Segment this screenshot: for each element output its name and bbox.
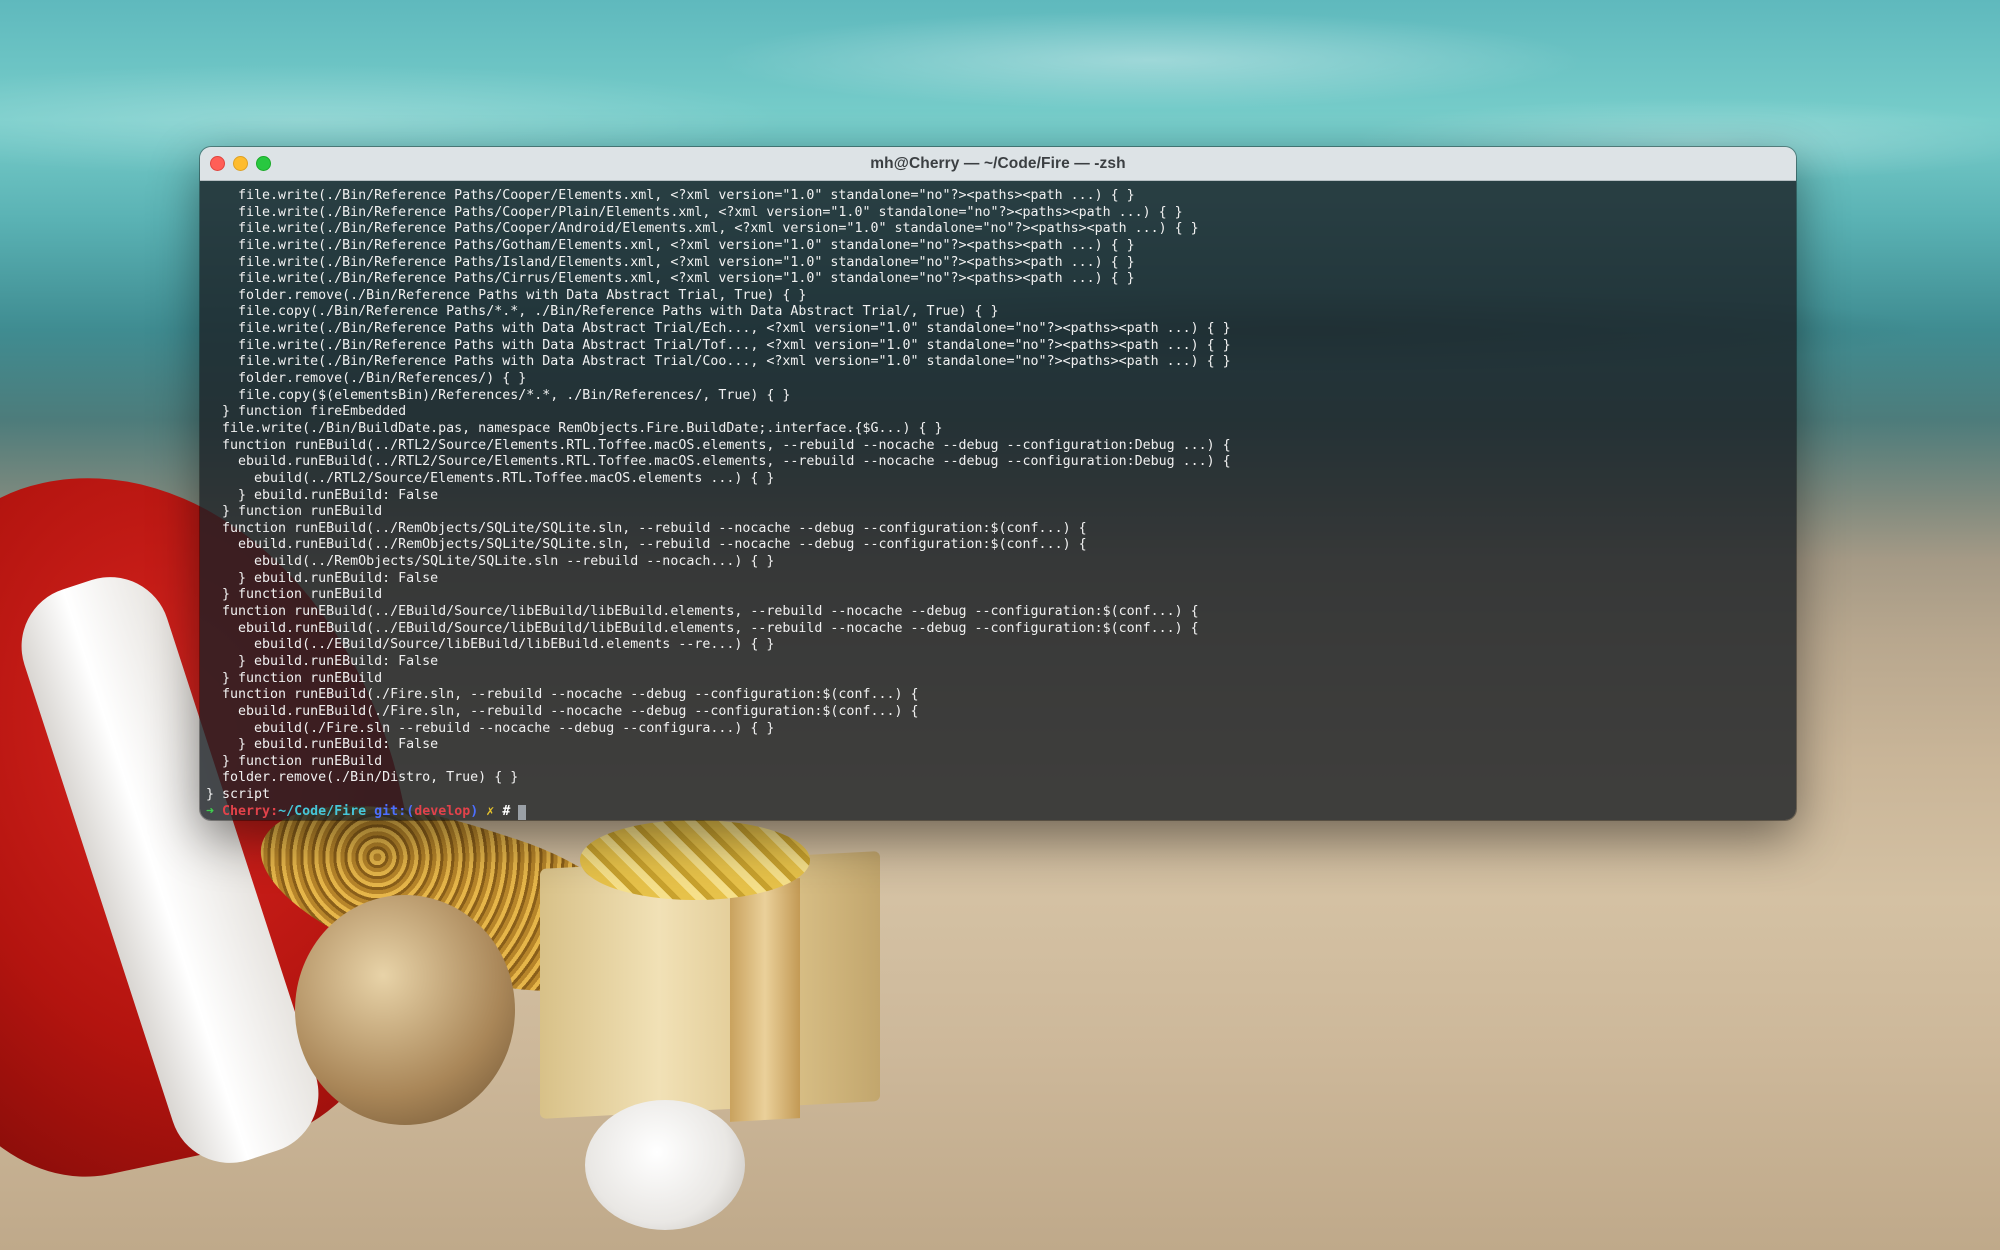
terminal-line: folder.remove(./Bin/References/) { }	[206, 371, 527, 387]
terminal-line: file.write(./Bin/Reference Paths/Cooper/…	[206, 188, 1135, 203]
text-cursor[interactable]	[518, 804, 527, 820]
terminal-window[interactable]: mh@Cherry — ~/Code/Fire — -zsh file.writ…	[200, 147, 1796, 820]
terminal-line: ebuild.runEBuild(../RTL2/Source/Elements…	[206, 454, 1231, 470]
terminal-line: file.write(./Bin/Reference Paths/Cirrus/…	[206, 271, 1135, 287]
prompt-arrow-icon: ➜	[206, 803, 215, 819]
wallpaper-gift-bow	[580, 820, 810, 900]
terminal-line: folder.remove(./Bin/Distro, True) { }	[206, 770, 519, 786]
window-titlebar[interactable]: mh@Cherry — ~/Code/Fire — -zsh	[200, 147, 1796, 181]
terminal-line: } function runEBuild	[206, 504, 383, 520]
terminal-line: ebuild(../EBuild/Source/libEBuild/libEBu…	[206, 637, 775, 653]
prompt-branch: develop	[414, 803, 471, 819]
terminal-line: function runEBuild(../RTL2/Source/Elemen…	[206, 437, 1231, 453]
terminal-line: ebuild(./Fire.sln --rebuild --nocache --…	[206, 720, 775, 736]
terminal-line: folder.remove(./Bin/Reference Paths with…	[206, 287, 807, 303]
terminal-line: file.copy(./Bin/Reference Paths/*.*, ./B…	[206, 304, 999, 320]
terminal-line: } script	[206, 787, 271, 803]
wallpaper-ornament	[295, 895, 515, 1125]
terminal-line: } function runEBuild	[206, 670, 383, 686]
terminal-line: ebuild.runEBuild(../EBuild/Source/libEBu…	[206, 620, 1199, 636]
prompt-path: ~/Code/Fire	[278, 803, 367, 819]
terminal-line: } ebuild.runEBuild: False	[206, 653, 439, 669]
terminal-line: file.write(./Bin/Reference Paths/Gotham/…	[206, 237, 1135, 253]
minimize-window-button[interactable]	[233, 156, 248, 171]
close-window-button[interactable]	[210, 156, 225, 171]
terminal-line: file.copy($(elementsBin)/References/*.*,…	[206, 387, 791, 403]
terminal-line: file.write(./Bin/Reference Paths with Da…	[206, 354, 1231, 370]
terminal-line: ebuild(../RTL2/Source/Elements.RTL.Toffe…	[206, 470, 775, 486]
terminal-line: file.write(./Bin/Reference Paths with Da…	[206, 337, 1231, 353]
terminal-line: } function runEBuild	[206, 587, 383, 603]
wallpaper-gift-ribbon	[730, 878, 800, 1122]
prompt-symbol: #	[502, 803, 511, 819]
window-title: mh@Cherry — ~/Code/Fire — -zsh	[870, 154, 1126, 172]
window-controls	[210, 156, 271, 171]
terminal-line: } ebuild.runEBuild: False	[206, 570, 439, 586]
terminal-line: file.write(./Bin/Reference Paths/Cooper/…	[206, 221, 1199, 237]
terminal-line: file.write(./Bin/Reference Paths with Da…	[206, 321, 1231, 337]
terminal-line: } function runEBuild	[206, 753, 383, 769]
terminal-line: file.write(./Bin/Reference Paths/Island/…	[206, 254, 1135, 270]
wallpaper-pompom	[585, 1100, 745, 1230]
terminal-line: ebuild(../RemObjects/SQLite/SQLite.sln -…	[206, 554, 775, 570]
prompt-paren-close: )	[470, 803, 479, 819]
terminal-line: ebuild.runEBuild(./Fire.sln, --rebuild -…	[206, 703, 919, 719]
terminal-line: } ebuild.runEBuild: False	[206, 487, 439, 503]
prompt-git-label: git:	[374, 803, 407, 819]
terminal-line: } ebuild.runEBuild: False	[206, 737, 439, 753]
zoom-window-button[interactable]	[256, 156, 271, 171]
terminal-line: file.write(./Bin/Reference Paths/Cooper/…	[206, 204, 1183, 220]
shell-prompt[interactable]: ➜ Cherry: ~/Code/Fire git:(develop) ✗ #	[206, 804, 1796, 820]
terminal-line: file.write(./Bin/BuildDate.pas, namespac…	[206, 420, 943, 436]
terminal-output[interactable]: file.write(./Bin/Reference Paths/Cooper/…	[200, 181, 1796, 820]
terminal-line: ebuild.runEBuild(../RemObjects/SQLite/SQ…	[206, 537, 1087, 553]
terminal-line: function runEBuild(./Fire.sln, --rebuild…	[206, 687, 919, 703]
terminal-line: function runEBuild(../RemObjects/SQLite/…	[206, 520, 1087, 536]
terminal-lines: file.write(./Bin/Reference Paths/Cooper/…	[206, 188, 1796, 804]
prompt-host: Cherry	[222, 803, 271, 819]
prompt-paren-open: (	[406, 803, 415, 819]
prompt-colon: :	[270, 803, 279, 819]
terminal-line: function runEBuild(../EBuild/Source/libE…	[206, 604, 1199, 620]
prompt-dirty-icon: ✗	[486, 803, 495, 819]
terminal-line: } function fireEmbedded	[206, 404, 407, 420]
